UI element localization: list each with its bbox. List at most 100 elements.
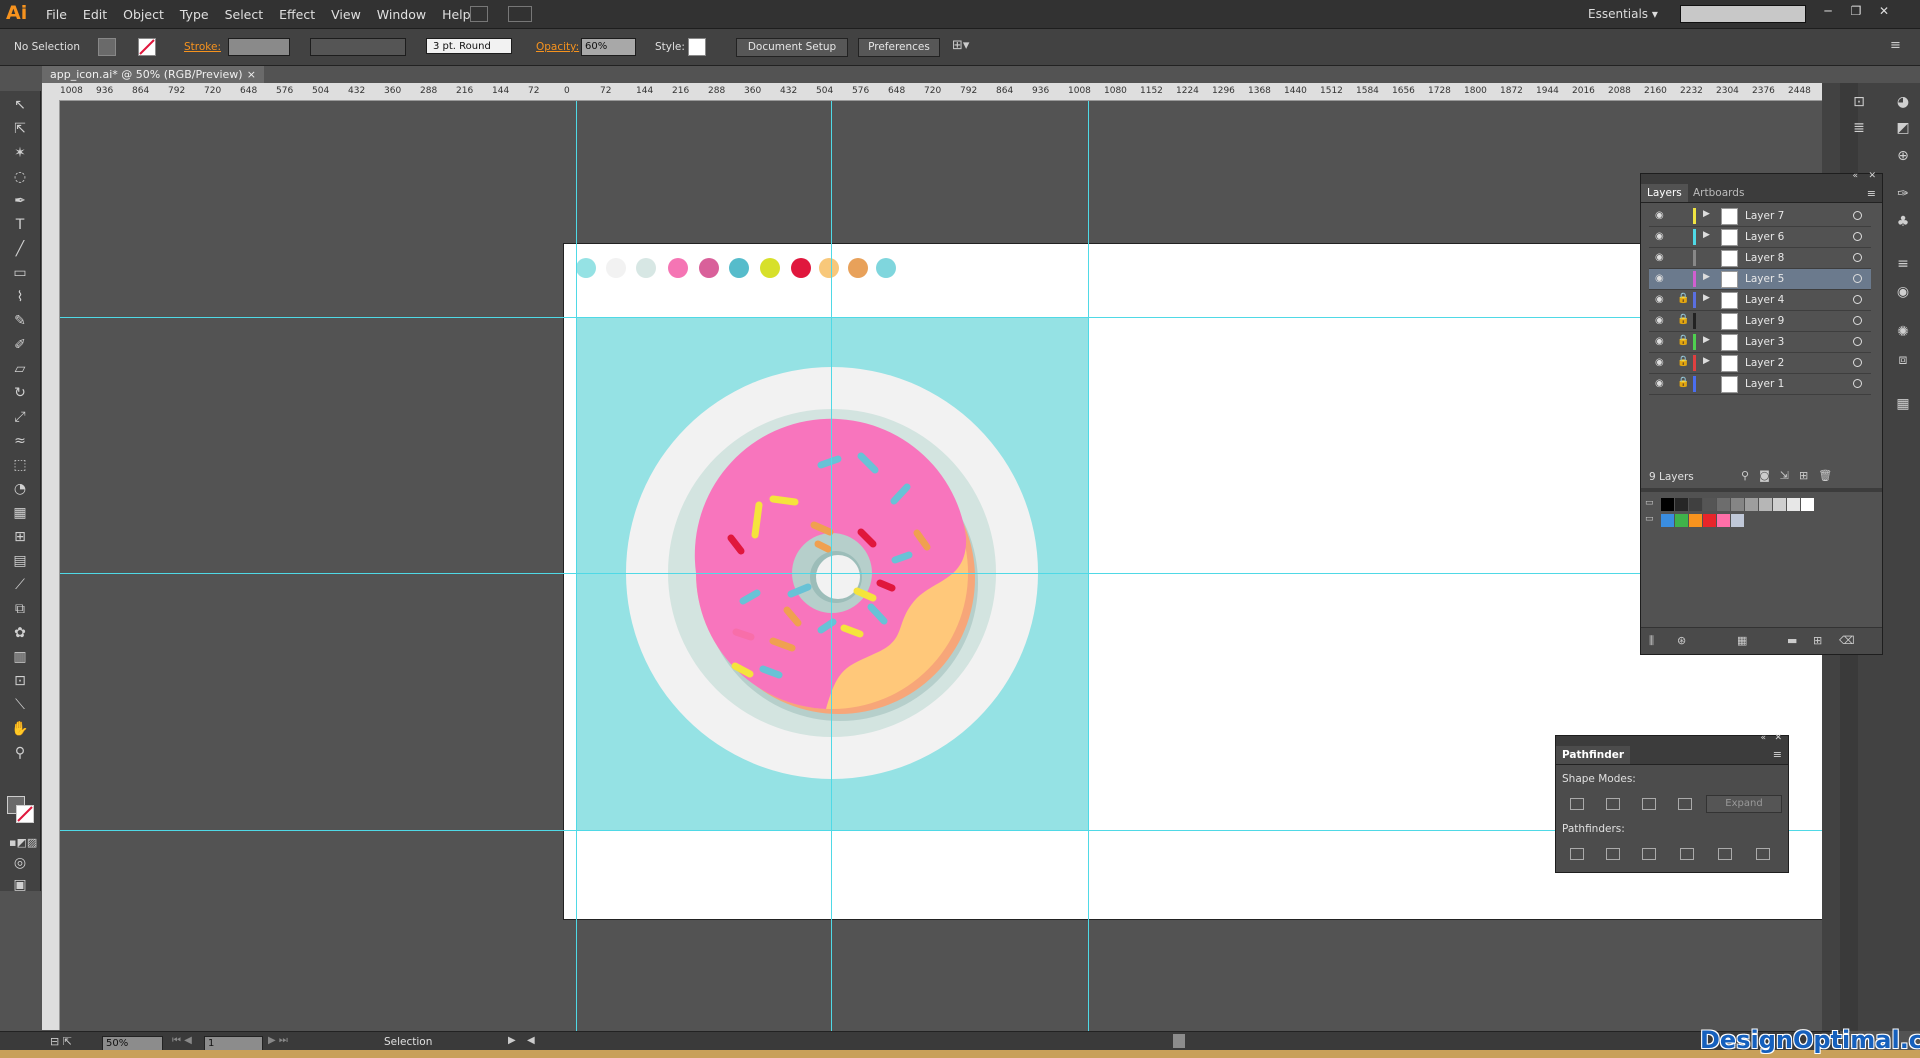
new-layer-icon[interactable]: ⊞ (1799, 469, 1818, 482)
palette-color-dot[interactable] (819, 258, 839, 278)
minus-back-icon[interactable] (1756, 848, 1770, 860)
layers-panel-header[interactable]: « ✕ (1641, 171, 1882, 184)
eyedropper-tool-icon[interactable]: ⟋ (9, 575, 31, 595)
swatches-panel-icon[interactable]: ⊕ (1892, 146, 1914, 166)
lock-icon[interactable]: 🔒 (1677, 314, 1689, 325)
target-circle-icon[interactable] (1853, 295, 1862, 304)
warp-tool-icon[interactable]: ≈ (9, 431, 31, 451)
scale-tool-icon[interactable]: ⤢ (9, 407, 31, 427)
palette-color-dot[interactable] (636, 258, 656, 278)
lock-icon[interactable]: 🔒 (1677, 356, 1689, 367)
visibility-eye-icon[interactable]: ◉ (1655, 273, 1664, 284)
screen-mode-icon[interactable]: ▣ (9, 875, 31, 895)
graphic-style-swatch[interactable] (688, 38, 706, 56)
exclude-icon[interactable] (1678, 798, 1692, 810)
blob-brush-tool-icon[interactable]: ✐ (9, 335, 31, 355)
stroke-panel-icon[interactable]: ≡ (1892, 254, 1914, 274)
restore-icon[interactable]: ❐ (1848, 4, 1864, 20)
color-swatch[interactable] (1661, 514, 1674, 527)
vertical-guide[interactable] (1088, 101, 1089, 1031)
swatch-libraries-icon[interactable]: ⫼ (1649, 634, 1654, 648)
tab-pathfinder[interactable]: Pathfinder (1556, 746, 1631, 764)
lock-icon[interactable]: 🔒 (1677, 377, 1689, 388)
palette-color-dot[interactable] (876, 258, 896, 278)
artboard-nav-icon[interactable]: ⊟ ⇱ (50, 1035, 72, 1048)
vertical-guide[interactable] (831, 101, 832, 1031)
horizontal-scroll-thumb[interactable] (1173, 1034, 1185, 1048)
menu-effect[interactable]: Effect (279, 7, 315, 22)
pencil-tool-icon[interactable]: ✎ (9, 311, 31, 331)
target-circle-icon[interactable] (1853, 358, 1862, 367)
collapse-panel-icon[interactable]: « (1852, 171, 1858, 181)
menu-select[interactable]: Select (225, 7, 264, 22)
layer-row[interactable]: ◉ 🔒 Layer 1 (1649, 374, 1871, 395)
make-clipping-mask-icon[interactable]: ◙ (1759, 469, 1780, 482)
tab-layers[interactable]: Layers (1641, 184, 1688, 202)
color-swatch[interactable] (1675, 514, 1688, 527)
symbol-sprayer-tool-icon[interactable]: ✿ (9, 623, 31, 643)
gradient-tool-icon[interactable]: ▤ (9, 551, 31, 571)
close-window-icon[interactable]: ✕ (1876, 4, 1892, 20)
shape-builder-tool-icon[interactable]: ◔ (9, 479, 31, 499)
close-panel-icon[interactable]: ✕ (1868, 171, 1876, 181)
swatch-options-icon[interactable]: ▦ (1737, 634, 1747, 647)
unite-icon[interactable] (1570, 798, 1584, 810)
layers-panel-icon[interactable]: ▦ (1892, 394, 1914, 414)
close-panel-icon[interactable]: ✕ (1774, 733, 1782, 743)
align-panel-icon[interactable]: ≣ (1848, 118, 1870, 138)
new-color-group-icon[interactable]: ▬ (1787, 634, 1797, 647)
swatch-group-folder-icon[interactable]: ▭ (1645, 514, 1654, 524)
color-swatch[interactable] (1731, 514, 1744, 527)
layer-row[interactable]: ◉ 🔒 ▶ Layer 2 (1649, 353, 1871, 374)
hand-tool-icon[interactable]: ✋ (9, 719, 31, 739)
new-swatch-icon[interactable]: ⊞ (1813, 634, 1822, 647)
paintbrush-tool-icon[interactable]: ⌇ (9, 287, 31, 307)
rectangle-tool-icon[interactable]: ▭ (9, 263, 31, 283)
lock-icon[interactable]: 🔒 (1677, 293, 1689, 304)
search-input[interactable] (1680, 5, 1806, 23)
transform-panel-icon[interactable]: ⧈ (1892, 350, 1914, 370)
menu-object[interactable]: Object (123, 7, 164, 22)
visibility-eye-icon[interactable]: ◉ (1655, 378, 1664, 389)
target-circle-icon[interactable] (1853, 274, 1862, 283)
crop-icon[interactable] (1680, 848, 1694, 860)
slice-tool-icon[interactable]: ⟍ (9, 695, 31, 715)
palette-color-dot[interactable] (848, 258, 868, 278)
target-circle-icon[interactable] (1853, 232, 1862, 241)
layer-row[interactable]: ◉ ▶ Layer 6 (1649, 227, 1871, 248)
magic-wand-tool-icon[interactable]: ✶ (9, 143, 31, 163)
arrange-icon[interactable]: ⊞▾ (952, 38, 969, 53)
fill-swatch[interactable] (98, 38, 116, 56)
line-tool-icon[interactable]: ╱ (9, 239, 31, 259)
workspace-switcher[interactable]: Essentials ▾ (1588, 7, 1658, 21)
visibility-eye-icon[interactable]: ◉ (1655, 252, 1664, 263)
opacity-field[interactable]: 60% (581, 38, 636, 56)
expand-triangle-icon[interactable]: ▶ (1703, 272, 1710, 282)
color-swatch[interactable] (1745, 498, 1758, 511)
palette-color-dot[interactable] (699, 258, 719, 278)
color-swatch[interactable] (1689, 514, 1702, 527)
color-swatch[interactable] (1661, 498, 1674, 511)
scroll-left-icon[interactable]: ◀ (527, 1035, 535, 1046)
palette-color-dot[interactable] (729, 258, 749, 278)
free-transform-tool-icon[interactable]: ⬚ (9, 455, 31, 475)
palette-color-dot[interactable] (606, 258, 626, 278)
menu-file[interactable]: File (46, 7, 67, 22)
color-swatch[interactable] (1787, 498, 1800, 511)
layer-row[interactable]: ◉ 🔒 Layer 9 (1649, 311, 1871, 332)
color-swatch[interactable] (1731, 498, 1744, 511)
direct-selection-tool-icon[interactable]: ⇱ (9, 119, 31, 139)
panel-options-icon[interactable]: ≡ (1867, 187, 1876, 200)
expand-triangle-icon[interactable]: ▶ (1703, 335, 1710, 345)
delete-layer-icon[interactable]: 🗑 (1818, 469, 1842, 482)
close-tab-icon[interactable]: × (247, 66, 256, 83)
visibility-eye-icon[interactable]: ◉ (1655, 231, 1664, 242)
pathfinder-header[interactable]: « ✕ (1556, 733, 1788, 746)
lasso-tool-icon[interactable]: ◌ (9, 167, 31, 187)
layer-row[interactable]: ◉ Layer 8 (1649, 248, 1871, 269)
target-circle-icon[interactable] (1853, 379, 1862, 388)
color-guide-icon[interactable]: ◩ (1892, 118, 1914, 138)
artboard-tool-icon[interactable]: ⊡ (9, 671, 31, 691)
lock-icon[interactable]: 🔒 (1677, 335, 1689, 346)
first-artboard-icon[interactable]: ⏮ ◀ (172, 1035, 192, 1046)
